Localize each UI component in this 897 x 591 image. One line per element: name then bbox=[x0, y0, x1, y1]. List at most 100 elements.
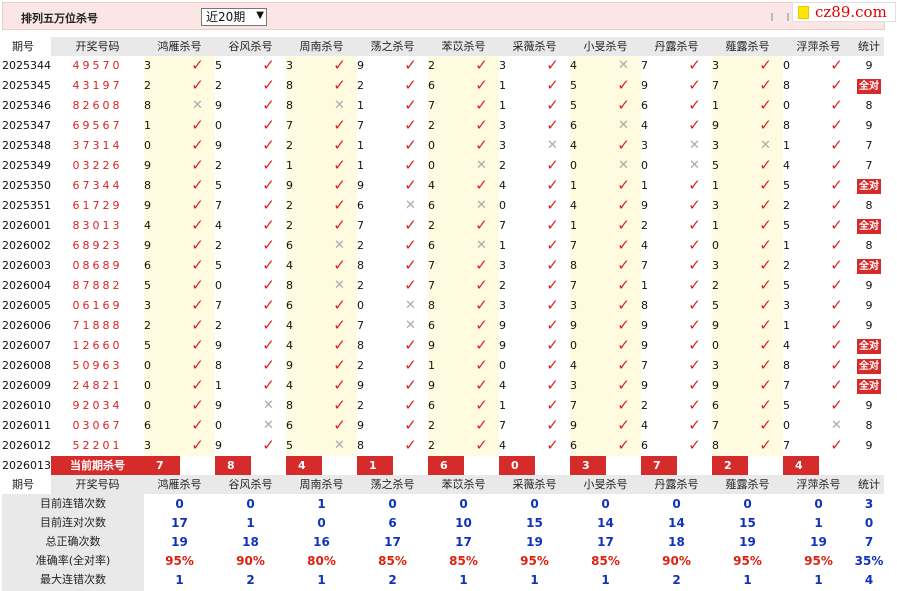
kill-digit-cell: 0 bbox=[783, 59, 790, 72]
col-header-expert[interactable]: 鸿雁杀号 bbox=[144, 475, 215, 494]
kill-digit-cell: 5 bbox=[215, 59, 222, 72]
stat-total: 7 bbox=[864, 534, 874, 549]
check-icon: ✓ bbox=[262, 136, 275, 154]
col-header-expert[interactable]: 浮萍杀号 bbox=[783, 37, 854, 56]
check-icon: ✓ bbox=[759, 336, 772, 354]
col-header-expert[interactable]: 浮萍杀号 bbox=[783, 475, 854, 494]
col-header-expert[interactable]: 丹露杀号 bbox=[641, 475, 712, 494]
kill-digit-cell: 7 bbox=[570, 276, 606, 296]
kill-digit-cell: 1 bbox=[499, 79, 506, 92]
kill-digit-cell: 6 bbox=[144, 416, 180, 436]
check-icon: ✓ bbox=[617, 256, 630, 274]
kill-digit-cell: 8 bbox=[286, 396, 322, 416]
kill-digit-cell: 6 bbox=[286, 416, 322, 436]
check-icon: ✓ bbox=[830, 256, 843, 274]
check-icon: ✓ bbox=[617, 136, 630, 154]
stat-value: 16 bbox=[313, 534, 330, 549]
check-icon: ✓ bbox=[688, 76, 701, 94]
col-header-expert[interactable]: 周南杀号 bbox=[286, 475, 357, 494]
check-icon: ✓ bbox=[475, 336, 488, 354]
kill-digit-cell: 4 bbox=[783, 159, 790, 172]
check-icon: ✓ bbox=[475, 296, 488, 314]
kill-digit-cell: 2 bbox=[428, 56, 464, 76]
total-cell: 7 bbox=[854, 156, 884, 176]
check-icon: ✓ bbox=[617, 436, 630, 454]
header-row: 期号 开奖号码 鸿雁杀号 谷风杀号 周南杀号 荡之杀号 苯苡杀号 采薇杀号 小旻杀号 丹露杀号 薤露… bbox=[2, 475, 884, 494]
check-icon: ✓ bbox=[759, 96, 772, 114]
check-icon: ✓ bbox=[475, 256, 488, 274]
check-icon: ✓ bbox=[475, 56, 488, 74]
stat-value: 0 bbox=[743, 496, 752, 511]
kill-digit-cell: 9 bbox=[641, 339, 648, 352]
col-header-expert[interactable]: 小旻杀号 bbox=[570, 475, 641, 494]
kill-digit-cell: 1 bbox=[499, 399, 506, 412]
col-header-expert[interactable]: 荡之杀号 bbox=[357, 475, 428, 494]
kill-digit-cell: 1 bbox=[570, 176, 606, 196]
all-correct-badge: 全对 bbox=[857, 79, 881, 94]
col-header-expert[interactable]: 薤露杀号 bbox=[712, 475, 783, 494]
period-cell: 2025347 bbox=[2, 116, 51, 136]
site-logo[interactable]: cz89.com bbox=[792, 2, 896, 22]
check-icon: ✓ bbox=[191, 376, 204, 394]
check-icon: ✓ bbox=[830, 136, 843, 154]
col-header-expert[interactable]: 薤露杀号 bbox=[712, 37, 783, 56]
col-header-expert[interactable]: 谷风杀号 bbox=[215, 475, 286, 494]
col-header-expert[interactable]: 荡之杀号 bbox=[357, 37, 428, 56]
check-icon: ✓ bbox=[830, 196, 843, 214]
cross-icon: ✕ bbox=[192, 98, 203, 113]
stat-value: 1 bbox=[814, 572, 823, 587]
kill-digit-cell: 3 bbox=[499, 59, 506, 72]
check-icon: ✓ bbox=[688, 416, 701, 434]
kill-digit-cell: 0 bbox=[641, 159, 648, 172]
col-header-expert[interactable]: 采薇杀号 bbox=[499, 475, 570, 494]
kill-number-table: 期号 开奖号码 鸿雁杀号 谷风杀号 周南杀号 荡之杀号 苯苡杀号 采薇杀号 小旻杀号 丹露杀号 薤露… bbox=[2, 37, 884, 591]
kill-digit-cell: 2 bbox=[357, 79, 364, 92]
kill-digit-cell: 4 bbox=[783, 339, 790, 352]
kill-digit-cell: 2 bbox=[357, 279, 364, 292]
kill-digit-cell: 9 bbox=[499, 339, 506, 352]
col-header-expert[interactable]: 小旻杀号 bbox=[570, 37, 641, 56]
kill-digit-cell: 8 bbox=[286, 96, 322, 116]
kill-digit-cell: 1 bbox=[570, 216, 606, 236]
col-header-expert[interactable]: 丹露杀号 bbox=[641, 37, 712, 56]
winning-number-cell: 06169 bbox=[72, 299, 123, 312]
kill-digit-cell: 5 bbox=[712, 156, 748, 176]
col-header-expert[interactable]: 采薇杀号 bbox=[499, 37, 570, 56]
kill-digit-cell: 4 bbox=[286, 376, 322, 396]
kill-digit-cell: 9 bbox=[357, 379, 364, 392]
col-header-expert[interactable]: 周南杀号 bbox=[286, 37, 357, 56]
winning-number-cell: 50963 bbox=[72, 359, 123, 372]
col-header-expert[interactable]: 鸿雁杀号 bbox=[144, 37, 215, 56]
check-icon: ✓ bbox=[475, 136, 488, 154]
stat-value: 17 bbox=[455, 534, 472, 549]
kill-digit-cell: 8 bbox=[215, 359, 222, 372]
kill-digit-cell: 4 bbox=[499, 439, 506, 452]
check-icon: ✓ bbox=[262, 176, 275, 194]
check-icon: ✓ bbox=[262, 356, 275, 374]
kill-digit-cell: 2 bbox=[357, 399, 364, 412]
kill-digit-cell: 5 bbox=[570, 76, 606, 96]
kill-digit-cell: 2 bbox=[428, 436, 464, 456]
check-icon: ✓ bbox=[191, 216, 204, 234]
col-header-expert[interactable]: 苯苡杀号 bbox=[428, 475, 499, 494]
check-icon: ✓ bbox=[262, 56, 275, 74]
check-icon: ✓ bbox=[404, 136, 417, 154]
check-icon: ✓ bbox=[475, 96, 488, 114]
total-cell: 8 bbox=[854, 96, 884, 116]
kill-digit-cell: 5 bbox=[144, 276, 180, 296]
kill-digit-cell: 2 bbox=[712, 276, 748, 296]
period-select[interactable]: 近20期 ▼ bbox=[201, 8, 267, 26]
col-header-expert[interactable]: 谷风杀号 bbox=[215, 37, 286, 56]
check-icon: ✓ bbox=[191, 276, 204, 294]
check-icon: ✓ bbox=[262, 216, 275, 234]
drag-handle-icon[interactable] bbox=[771, 13, 789, 21]
col-header-expert[interactable]: 苯苡杀号 bbox=[428, 37, 499, 56]
period-cell: 2026010 bbox=[2, 396, 51, 416]
kill-digit-cell: 8 bbox=[641, 299, 648, 312]
check-icon: ✓ bbox=[546, 96, 559, 114]
cross-icon: ✕ bbox=[689, 158, 700, 173]
kill-digit-cell: 1 bbox=[712, 216, 748, 236]
winning-number-cell: 68923 bbox=[72, 239, 123, 252]
check-icon: ✓ bbox=[617, 96, 630, 114]
check-icon: ✓ bbox=[262, 116, 275, 134]
